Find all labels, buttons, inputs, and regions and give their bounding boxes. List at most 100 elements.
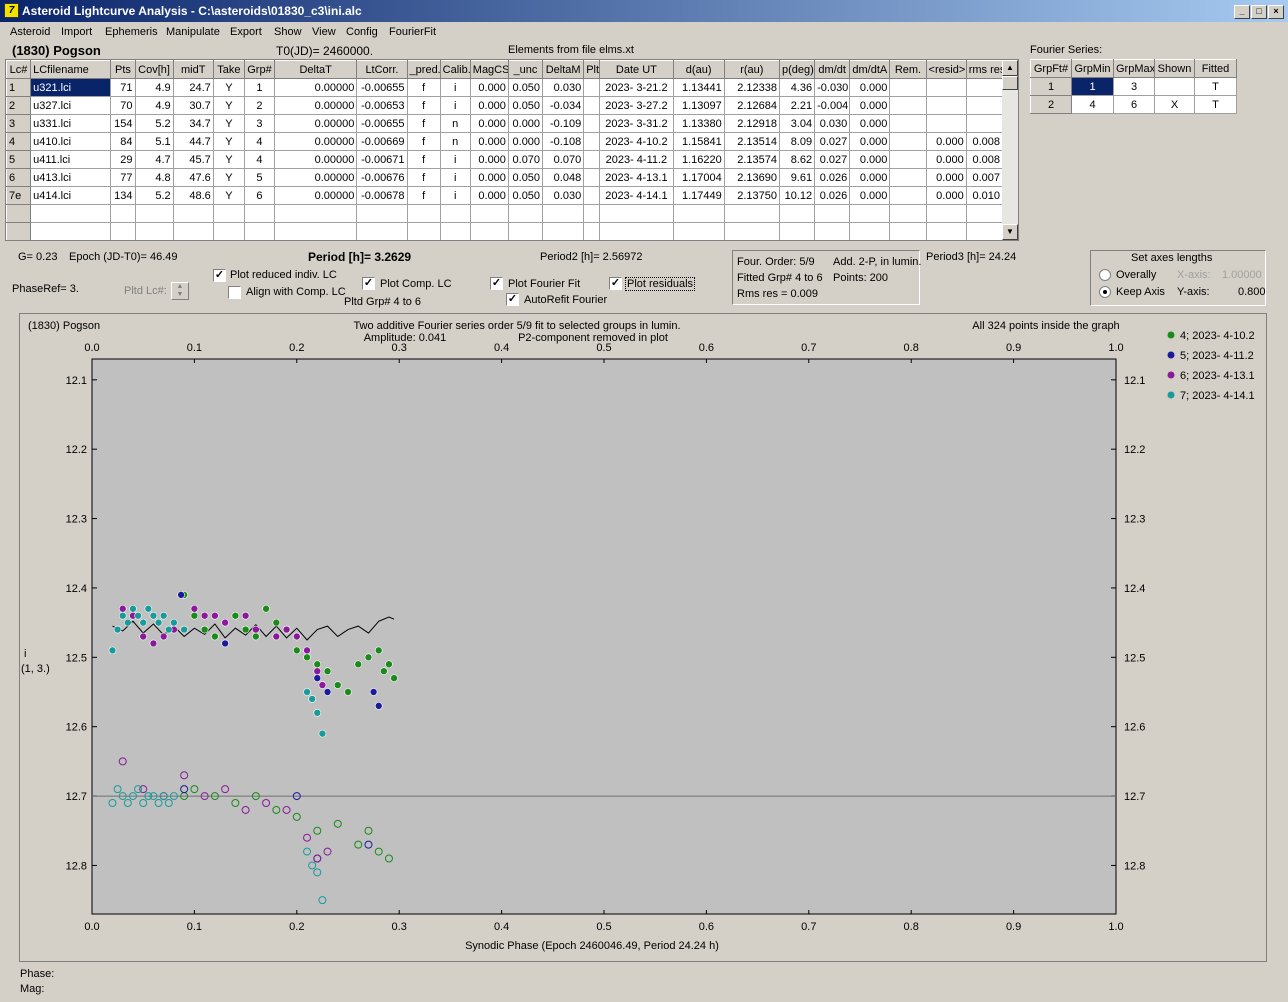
table-cell[interactable]: 8.62 [778,150,816,169]
table-row[interactable]: 5 u411.lci 29 4.7 45.7 Y 4 0.00000 -0.00671 f i 0.0… [6,150,1004,169]
table-cell[interactable]: 30.7 [172,96,214,115]
column-header[interactable]: Plt [583,60,601,79]
table-cell[interactable] [356,204,408,223]
table-cell[interactable]: -0.034 [542,96,585,115]
table-cell[interactable]: 0.050 [507,96,544,115]
table-cell[interactable] [507,222,544,240]
table-cell[interactable] [134,204,174,223]
table-cell[interactable]: Y [212,78,245,97]
table-cell[interactable]: 77 [110,168,136,187]
row-header[interactable]: 2 [1030,95,1072,114]
table-cell[interactable]: 34.7 [172,114,214,133]
table-cell[interactable] [889,186,927,205]
table-cell[interactable] [110,222,136,240]
menu-import[interactable]: Import [61,26,92,38]
table-cell[interactable]: 0.027 [814,150,851,169]
menu-asteroid[interactable]: Asteroid [10,26,50,38]
table-cell[interactable] [243,222,276,240]
column-header[interactable]: Calib. [439,60,471,79]
column-header[interactable]: r(au) [723,60,780,79]
table-cell[interactable]: -0.00671 [356,150,408,169]
table-cell[interactable] [356,222,408,240]
table-cell[interactable] [925,222,967,240]
overally-radio[interactable] [1099,269,1111,281]
table-cell[interactable] [243,204,276,223]
table-cell[interactable] [583,204,601,223]
lightcurve-plot[interactable]: (1830) Pogson Two additive Fourier serie… [19,313,1267,962]
column-header[interactable]: LCfilename [30,60,112,79]
table-cell[interactable]: 0.030 [542,78,585,97]
table-cell[interactable] [889,204,927,223]
table-cell[interactable] [925,114,967,133]
table-cell[interactable]: 4 [1071,95,1114,114]
table-cell[interactable] [965,114,1004,133]
menu-show[interactable]: Show [274,26,302,38]
row-header[interactable]: 5 [6,150,32,169]
table-cell[interactable]: Y [212,186,245,205]
table-cell[interactable] [778,222,816,240]
empty-row[interactable] [6,204,1004,223]
table-cell[interactable]: 0.000 [469,150,509,169]
table-cell[interactable] [134,222,174,240]
table-cell[interactable]: 0.00000 [274,132,358,151]
table-cell[interactable] [583,78,601,97]
table-cell[interactable]: Y [212,114,245,133]
table-cell[interactable] [599,222,674,240]
column-header[interactable]: Take [212,60,245,79]
column-header[interactable]: Grp# [243,60,276,79]
column-header[interactable]: Fitted [1194,59,1237,78]
table-cell[interactable]: f [406,114,441,133]
table-cell[interactable]: X [1154,95,1195,114]
column-header[interactable]: _pred. [406,60,441,79]
table-row[interactable]: 4 u410.lci 84 5.1 44.7 Y 4 0.00000 -0.00669 f n 0.0… [6,132,1004,151]
table-cell[interactable] [583,96,601,115]
column-header[interactable]: <resid> [925,60,967,79]
table-cell[interactable] [583,132,601,151]
table-cell[interactable]: 0.000 [469,168,509,187]
menu-config[interactable]: Config [346,26,378,38]
table-cell[interactable]: i [439,96,471,115]
table-cell[interactable]: 0.000 [507,132,544,151]
table-cell[interactable]: 0.00000 [274,186,358,205]
table-cell[interactable]: -0.00678 [356,186,408,205]
table-cell[interactable]: 0.008 [965,132,1004,151]
table-cell[interactable]: 0.026 [814,186,851,205]
table-row[interactable]: 6 u413.lci 77 4.8 47.6 Y 5 0.00000 -0.00676 f i 0.0… [6,168,1004,187]
plot-canvas[interactable]: (1830) Pogson Two additive Fourier serie… [20,314,1268,963]
table-cell[interactable]: 4.36 [778,78,816,97]
table-cell[interactable]: f [406,168,441,187]
column-header[interactable]: p(deg) [778,60,816,79]
table-cell[interactable]: 0.026 [814,168,851,187]
column-header[interactable]: Shown [1154,59,1195,78]
table-cell[interactable]: 0.00000 [274,168,358,187]
column-header[interactable]: Rem. [889,60,927,79]
autorefit-checkbox[interactable]: ✓ [506,293,519,306]
table-cell[interactable]: 0.000 [925,132,967,151]
column-header[interactable]: Cov[h] [134,60,174,79]
table-cell[interactable] [274,204,358,223]
row-header[interactable]: 4 [6,132,32,151]
table-cell[interactable] [583,186,601,205]
menu-view[interactable]: View [312,26,336,38]
table-cell[interactable]: 5.1 [134,132,174,151]
table-cell[interactable]: i [439,168,471,187]
table-cell[interactable]: 6 [243,186,276,205]
table-cell[interactable] [172,204,214,223]
table-cell[interactable]: 1.17004 [672,168,725,187]
table-cell[interactable]: 0.000 [469,96,509,115]
table-cell[interactable] [889,150,927,169]
column-header[interactable]: d(au) [672,60,725,79]
fourier-row[interactable]: 113T [1030,77,1237,96]
scroll-thumb[interactable] [1002,76,1018,90]
minimize-button[interactable]: _ [1234,5,1250,19]
table-cell[interactable] [406,204,441,223]
table-cell[interactable] [723,204,780,223]
table-row[interactable]: 1 u321.lci 71 4.9 24.7 Y 1 0.00000 -0.00655 f i 0.0… [6,78,1004,97]
table-cell[interactable]: 4.9 [134,96,174,115]
table-cell[interactable]: 0.030 [542,186,585,205]
row-header[interactable]: 6 [6,168,32,187]
table-cell[interactable]: 0.070 [507,150,544,169]
table-cell[interactable]: 0.000 [849,168,891,187]
table-cell[interactable] [110,204,136,223]
align-comp-checkbox[interactable] [228,286,241,299]
